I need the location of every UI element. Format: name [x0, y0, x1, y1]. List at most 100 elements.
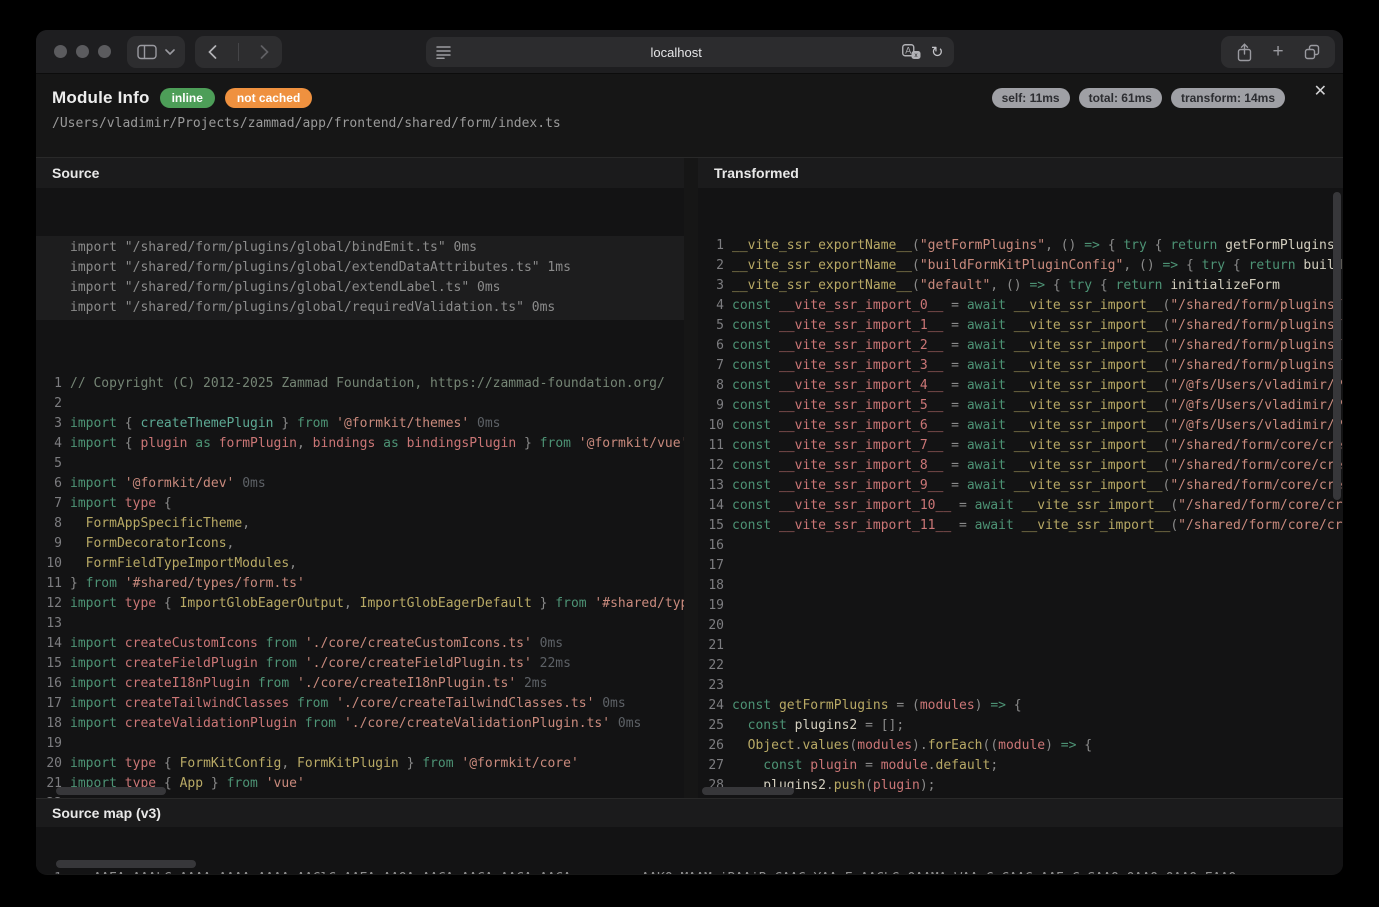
reader-icon[interactable]	[436, 45, 451, 59]
transformed-vscrollbar[interactable]	[1333, 192, 1341, 500]
code-line: 18	[698, 576, 1343, 596]
code-line: 11} from '#shared/types/form.ts'	[36, 574, 684, 594]
code-line: 28 plugins2.push(plugin);	[698, 776, 1343, 796]
new-tab-button[interactable]: +	[1261, 36, 1295, 68]
share-icon[interactable]	[1227, 36, 1261, 68]
reload-icon[interactable]: ↻	[931, 43, 944, 61]
code-line: 5const __vite_ssr_import_1__ = await __v…	[698, 316, 1343, 336]
not-cached-badge: not cached	[225, 88, 312, 108]
code-line: 2	[36, 394, 684, 414]
panel-divider	[684, 158, 698, 798]
code-line: 19	[36, 734, 684, 754]
code-line: 9 FormDecoratorIcons,	[36, 534, 684, 554]
sidebar-toggle-button[interactable]	[127, 36, 185, 68]
code-line: 22	[698, 656, 1343, 676]
forward-button[interactable]	[247, 36, 282, 68]
code-line: 20import type { FormKitConfig, FormKitPl…	[36, 754, 684, 774]
sourcemap-section: Source map (v3) 1;;;AAEA;AAAkC;AAAA;AAAA…	[36, 798, 1343, 874]
code-line: 7const __vite_ssr_import_3__ = await __v…	[698, 356, 1343, 376]
code-line: 3__vite_ssr_exportName__("default", () =…	[698, 276, 1343, 296]
browser-toolbar: localhost A x ↻ +	[36, 30, 1343, 74]
code-line: 13const __vite_ssr_import_9__ = await __…	[698, 476, 1343, 496]
timing-badges: self: 11ms total: 61ms transform: 14ms	[992, 88, 1285, 108]
inline-badge: inline	[160, 88, 215, 108]
transform-time-badge: transform: 14ms	[1171, 88, 1285, 108]
nav-divider	[238, 43, 239, 61]
close-window-button[interactable]	[54, 45, 67, 58]
sourcemap-code-area[interactable]: 1;;;AAEA;AAAkC;AAAA;AAAA;AAAA;AAClC;AAEA…	[36, 827, 1343, 874]
self-time-badge: self: 11ms	[992, 88, 1070, 108]
chevron-down-icon	[165, 49, 175, 55]
code-line: 13	[36, 614, 684, 634]
transformed-panel: Transformed 1__vite_ssr_exportName__("ge…	[698, 158, 1343, 798]
code-line: 27 const plugin = module.default;	[698, 756, 1343, 776]
svg-text:A: A	[905, 46, 911, 56]
code-line: 14const __vite_ssr_import_10__ = await _…	[698, 496, 1343, 516]
total-time-badge: total: 61ms	[1079, 88, 1162, 108]
code-line: 11const __vite_ssr_import_7__ = await __…	[698, 436, 1343, 456]
module-info-header: Module Info inline not cached self: 11ms…	[36, 74, 1343, 157]
module-inspect-page: Module Info inline not cached self: 11ms…	[36, 74, 1343, 874]
module-file-path: /Users/vladimir/Projects/zammad/app/fron…	[52, 116, 1327, 131]
code-line: 23	[698, 676, 1343, 696]
code-line: 25 const plugins2 = [];	[698, 716, 1343, 736]
code-line: 8 FormAppSpecificTheme,	[36, 514, 684, 534]
minimize-window-button[interactable]	[76, 45, 89, 58]
code-line: 17	[698, 556, 1343, 576]
code-line: 8const __vite_ssr_import_4__ = await __v…	[698, 376, 1343, 396]
code-line: 9const __vite_ssr_import_5__ = await __v…	[698, 396, 1343, 416]
raw-import-line: import "/shared/form/plugins/global/exte…	[36, 278, 684, 298]
code-line: 2__vite_ssr_exportName__("buildFormKitPl…	[698, 256, 1343, 276]
code-line: 3import { createThemePlugin } from '@for…	[36, 414, 684, 434]
tab-overview-icon[interactable]	[1295, 36, 1329, 68]
sourcemap-hscrollbar[interactable]	[56, 860, 196, 868]
transformed-hscrollbar[interactable]	[702, 787, 794, 795]
code-line: 18import createValidationPlugin from './…	[36, 714, 684, 734]
code-line: 1;;;AAEA;AAAkC;AAAA;AAAA;AAAA;AAClC;AAEA…	[36, 869, 1343, 874]
code-line: 29 });	[698, 796, 1343, 798]
source-code: 1// Copyright (C) 2012-2025 Zammad Found…	[36, 374, 684, 798]
code-line: 4import { plugin as formPlugin, bindings…	[36, 434, 684, 454]
window-controls	[54, 45, 111, 58]
code-line: 10const __vite_ssr_import_6__ = await __…	[698, 416, 1343, 436]
transformed-code: 1__vite_ssr_exportName__("getFormPlugins…	[698, 236, 1343, 798]
code-line: 12import type { ImportGlobEagerOutput, I…	[36, 594, 684, 614]
back-button[interactable]	[195, 36, 230, 68]
url-bar[interactable]: localhost A x ↻	[426, 37, 954, 67]
code-line: 20	[698, 616, 1343, 636]
code-line: 16	[698, 536, 1343, 556]
page-title: Module Info	[52, 88, 150, 108]
url-text[interactable]: localhost	[451, 45, 902, 60]
code-line: 24const getFormPlugins = (modules) => {	[698, 696, 1343, 716]
code-line: 7import type {	[36, 494, 684, 514]
translate-icon[interactable]: A x	[902, 44, 921, 60]
browser-window: localhost A x ↻ +	[36, 30, 1343, 875]
source-import-block: import "/shared/form/plugins/global/bind…	[36, 236, 684, 320]
code-line: 1__vite_ssr_exportName__("getFormPlugins…	[698, 236, 1343, 256]
raw-import-line: import "/shared/form/plugins/global/exte…	[36, 258, 684, 278]
code-panels: Source import "/shared/form/plugins/glob…	[36, 157, 1343, 798]
source-hscrollbar[interactable]	[56, 787, 166, 795]
code-line: 6import '@formkit/dev' 0ms	[36, 474, 684, 494]
code-line: 12const __vite_ssr_import_8__ = await __…	[698, 456, 1343, 476]
source-code-area[interactable]: import "/shared/form/plugins/global/bind…	[36, 188, 684, 798]
raw-import-line: import "/shared/form/plugins/global/requ…	[36, 298, 684, 318]
code-line: 1// Copyright (C) 2012-2025 Zammad Found…	[36, 374, 684, 394]
code-line: 6const __vite_ssr_import_2__ = await __v…	[698, 336, 1343, 356]
code-line: 15const __vite_ssr_import_11__ = await _…	[698, 516, 1343, 536]
code-line: 19	[698, 596, 1343, 616]
code-line: 5	[36, 454, 684, 474]
code-line: 10 FormFieldTypeImportModules,	[36, 554, 684, 574]
code-line: 21	[698, 636, 1343, 656]
code-line: 14import createCustomIcons from './core/…	[36, 634, 684, 654]
transformed-code-area[interactable]: 1__vite_ssr_exportName__("getFormPlugins…	[698, 188, 1343, 798]
code-line: 16import createI18nPlugin from './core/c…	[36, 674, 684, 694]
code-line: 26 Object.values(modules).forEach((modul…	[698, 736, 1343, 756]
zoom-window-button[interactable]	[98, 45, 111, 58]
history-nav	[195, 36, 282, 68]
sourcemap-code: 1;;;AAEA;AAAkC;AAAA;AAAA;AAAA;AAClC;AAEA…	[36, 869, 1343, 874]
code-line: 17import createTailwindClasses from './c…	[36, 694, 684, 714]
close-overlay-button[interactable]: ✕	[1314, 84, 1327, 100]
transformed-panel-title: Transformed	[698, 158, 1343, 188]
sidebar-icon	[137, 44, 157, 60]
